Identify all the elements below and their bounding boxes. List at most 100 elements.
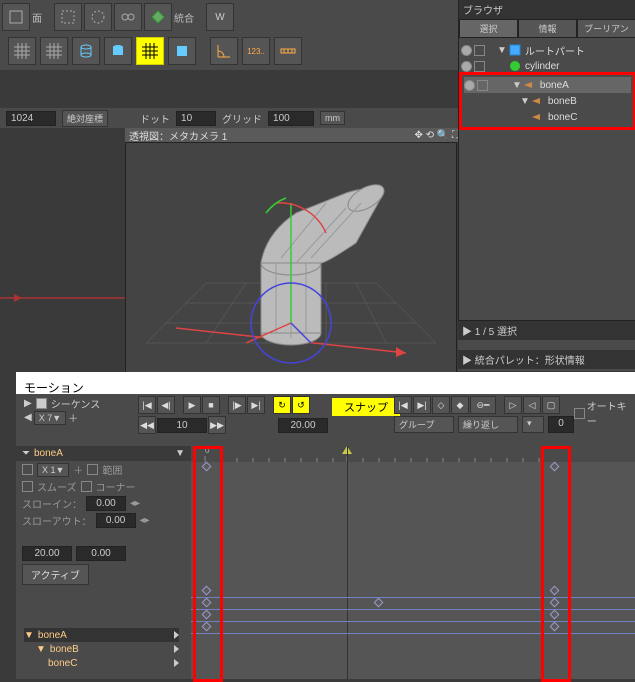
grid-label: グリッド [222,111,262,126]
tree-root[interactable]: ▼ ルートパート [461,42,634,58]
play-icon[interactable] [174,645,179,653]
key-sel-button[interactable]: ◇ [432,396,450,414]
lock-icon[interactable] [474,61,485,72]
cylinder-a-icon[interactable] [72,37,100,65]
viewport-3d[interactable] [125,142,457,374]
slowout-label: スローアウト： [22,513,92,528]
tree-root-label: ルートパート [525,43,585,58]
key-all-button[interactable]: ◆ [451,396,469,414]
key-b-button[interactable]: ◁ [523,396,541,414]
snap-button[interactable]: スナップ [332,398,400,416]
plus-icon[interactable]: ＋ [68,410,78,425]
motion-panel: ▶ ✓ シーケンス ◀ X 7▼ ＋ |◀ ◀| ▶ ■ |▶ ▶| ↻ ↺ ◀… [16,394,635,679]
tree-bone-c[interactable]: boneC [464,109,631,125]
side-viewport[interactable] [0,128,125,372]
tree-item-label: boneC [548,112,577,123]
smooth-check[interactable] [22,481,33,492]
dot-label: ドット [140,111,170,126]
coord-dropdown[interactable]: 絶対座標 [62,110,108,127]
track-bone-c[interactable]: boneC [24,656,179,670]
corner-check[interactable] [81,481,92,492]
timeline-canvas[interactable]: 0 [191,446,635,679]
time-field[interactable]: 20.00 [278,418,328,433]
expand-icon[interactable]: ⏷ [22,448,30,459]
ff-button[interactable]: ▶▶ [208,416,226,434]
mesh-icon[interactable] [40,37,68,65]
size-field[interactable]: 1024 [6,111,56,126]
tab-info[interactable]: 情報 [518,19,577,38]
num-123-icon[interactable]: 123.. [242,37,270,65]
goto-start-button[interactable]: |◀ [138,396,156,414]
play-button[interactable]: ▶ [183,396,201,414]
next-key-button[interactable]: |▶ [228,396,246,414]
key-next-button[interactable]: ▶| [413,396,431,414]
time-a-field[interactable]: 20.00 [22,546,72,561]
active-button[interactable]: アクティブ [22,564,89,585]
plus-icon[interactable]: ＋ [73,462,83,477]
loop-a-button[interactable]: ↻ [273,396,291,414]
tree-item-label: boneB [548,96,577,107]
play-icon[interactable] [174,631,179,639]
key-prev-button[interactable]: |◀ [394,396,412,414]
extra-dropdown[interactable]: ▾ [522,416,544,433]
tree-item-label: cylinder [525,61,559,72]
integrate-icon[interactable] [144,3,172,31]
select-circle-icon[interactable] [84,3,112,31]
eye-icon[interactable] [464,80,475,91]
w-tool-icon[interactable]: W [206,3,234,31]
slowin-label: スローイン： [22,496,82,511]
key-lock-button[interactable]: ⊖━ [470,396,496,414]
grid-icon[interactable] [8,37,36,65]
goto-end-button[interactable]: ▶| [247,396,265,414]
unit-dropdown[interactable]: mm [320,111,345,125]
key-c-button[interactable]: ▢ [542,396,560,414]
slowin-field[interactable]: 0.00 [86,496,126,511]
select-rect-icon[interactable] [54,3,82,31]
tree-bone-a[interactable]: ▼ boneA [464,77,631,93]
loop-b-button[interactable]: ↺ [292,396,310,414]
group-dropdown[interactable]: グループ [394,416,454,433]
track-bone-a[interactable]: ▼ boneA [24,628,179,642]
bone-main-label[interactable]: boneA [34,448,171,459]
stop-button[interactable]: ■ [202,396,220,414]
eye-icon[interactable] [461,61,472,72]
time-b-field[interactable]: 0.00 [76,546,126,561]
autokey-checkbox[interactable] [574,408,585,419]
cube-icon[interactable] [2,3,30,31]
measure-icon[interactable] [274,37,302,65]
repeat-dropdown[interactable]: 繰り返し [458,416,518,433]
range-label: 範囲 [102,462,122,477]
eye-icon[interactable] [461,45,472,56]
angle-icon[interactable] [210,37,238,65]
cylinder-b-icon[interactable] [104,37,132,65]
tab-select[interactable]: 選択 [459,19,518,38]
x1-dropdown[interactable]: X 1▼ [37,463,69,477]
param-1-check[interactable] [22,464,33,475]
track-label: boneA [38,630,170,641]
browser-panel: ブラウザ 選択 情報 ブーリアン ▼ ルートパート cylinder ▼ bon… [458,0,635,370]
link-icon[interactable] [114,3,142,31]
autokey-label: オートキー [587,398,635,428]
cube-b-icon[interactable] [168,37,196,65]
slowout-field[interactable]: 0.00 [96,513,136,528]
dot-field[interactable]: 10 [176,111,216,126]
rew-button[interactable]: ◀◀ [138,416,156,434]
tree-bone-b[interactable]: ▼ boneB [464,93,631,109]
lock-icon[interactable] [474,45,485,56]
play-icon[interactable] [174,659,179,667]
grid-snap-icon[interactable] [136,37,164,65]
corner-label: コーナー [96,479,136,494]
range-check[interactable] [87,464,98,475]
count-field[interactable]: 0 [548,416,574,433]
frame-field[interactable]: 10 [157,418,207,433]
tab-boolean[interactable]: ブーリアン [577,19,635,38]
prev-key-button[interactable]: ◀| [157,396,175,414]
seq-checkbox[interactable]: ✓ [36,398,47,409]
viewport-controls[interactable]: ✥ ⟲ 🔍 ⛶ [414,130,459,141]
key-a-button[interactable]: ▷ [504,396,522,414]
collapse-icon[interactable]: ▼ [175,448,185,459]
seq-dropdown[interactable]: X 7▼ [34,411,66,425]
lock-icon[interactable] [477,80,488,91]
track-bone-b[interactable]: ▼ boneB [24,642,179,656]
grid-field[interactable]: 100 [268,111,314,126]
